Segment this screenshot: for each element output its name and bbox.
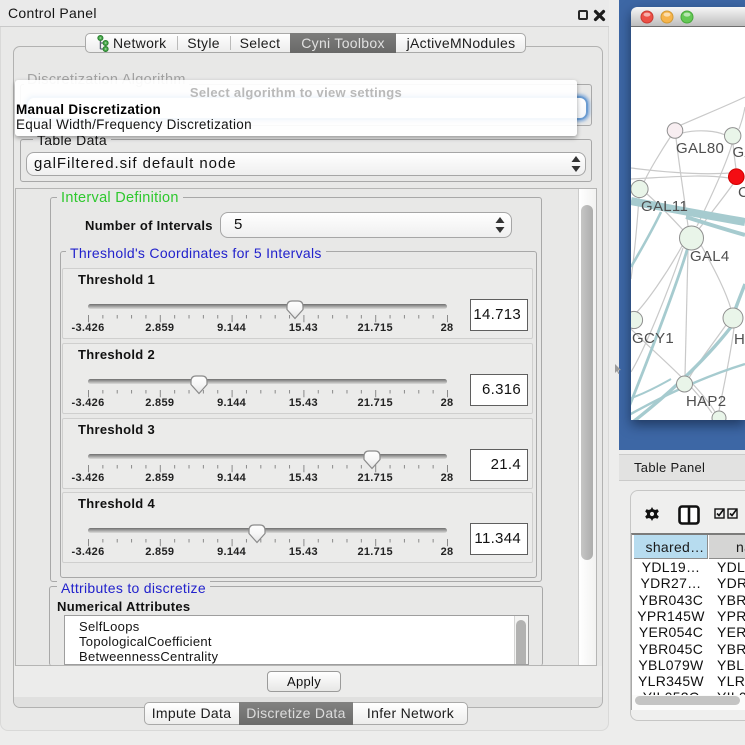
svg-text:H: H bbox=[734, 331, 745, 348]
svg-text:GAL11: GAL11 bbox=[641, 198, 688, 215]
svg-text:GAL80: GAL80 bbox=[676, 140, 724, 157]
svg-text:GA: GA bbox=[733, 144, 745, 161]
svg-text:C: C bbox=[738, 184, 745, 201]
svg-text:GAL4: GAL4 bbox=[690, 248, 730, 265]
svg-text:HAP2: HAP2 bbox=[686, 393, 726, 410]
svg-text:GCY1: GCY1 bbox=[632, 330, 674, 347]
